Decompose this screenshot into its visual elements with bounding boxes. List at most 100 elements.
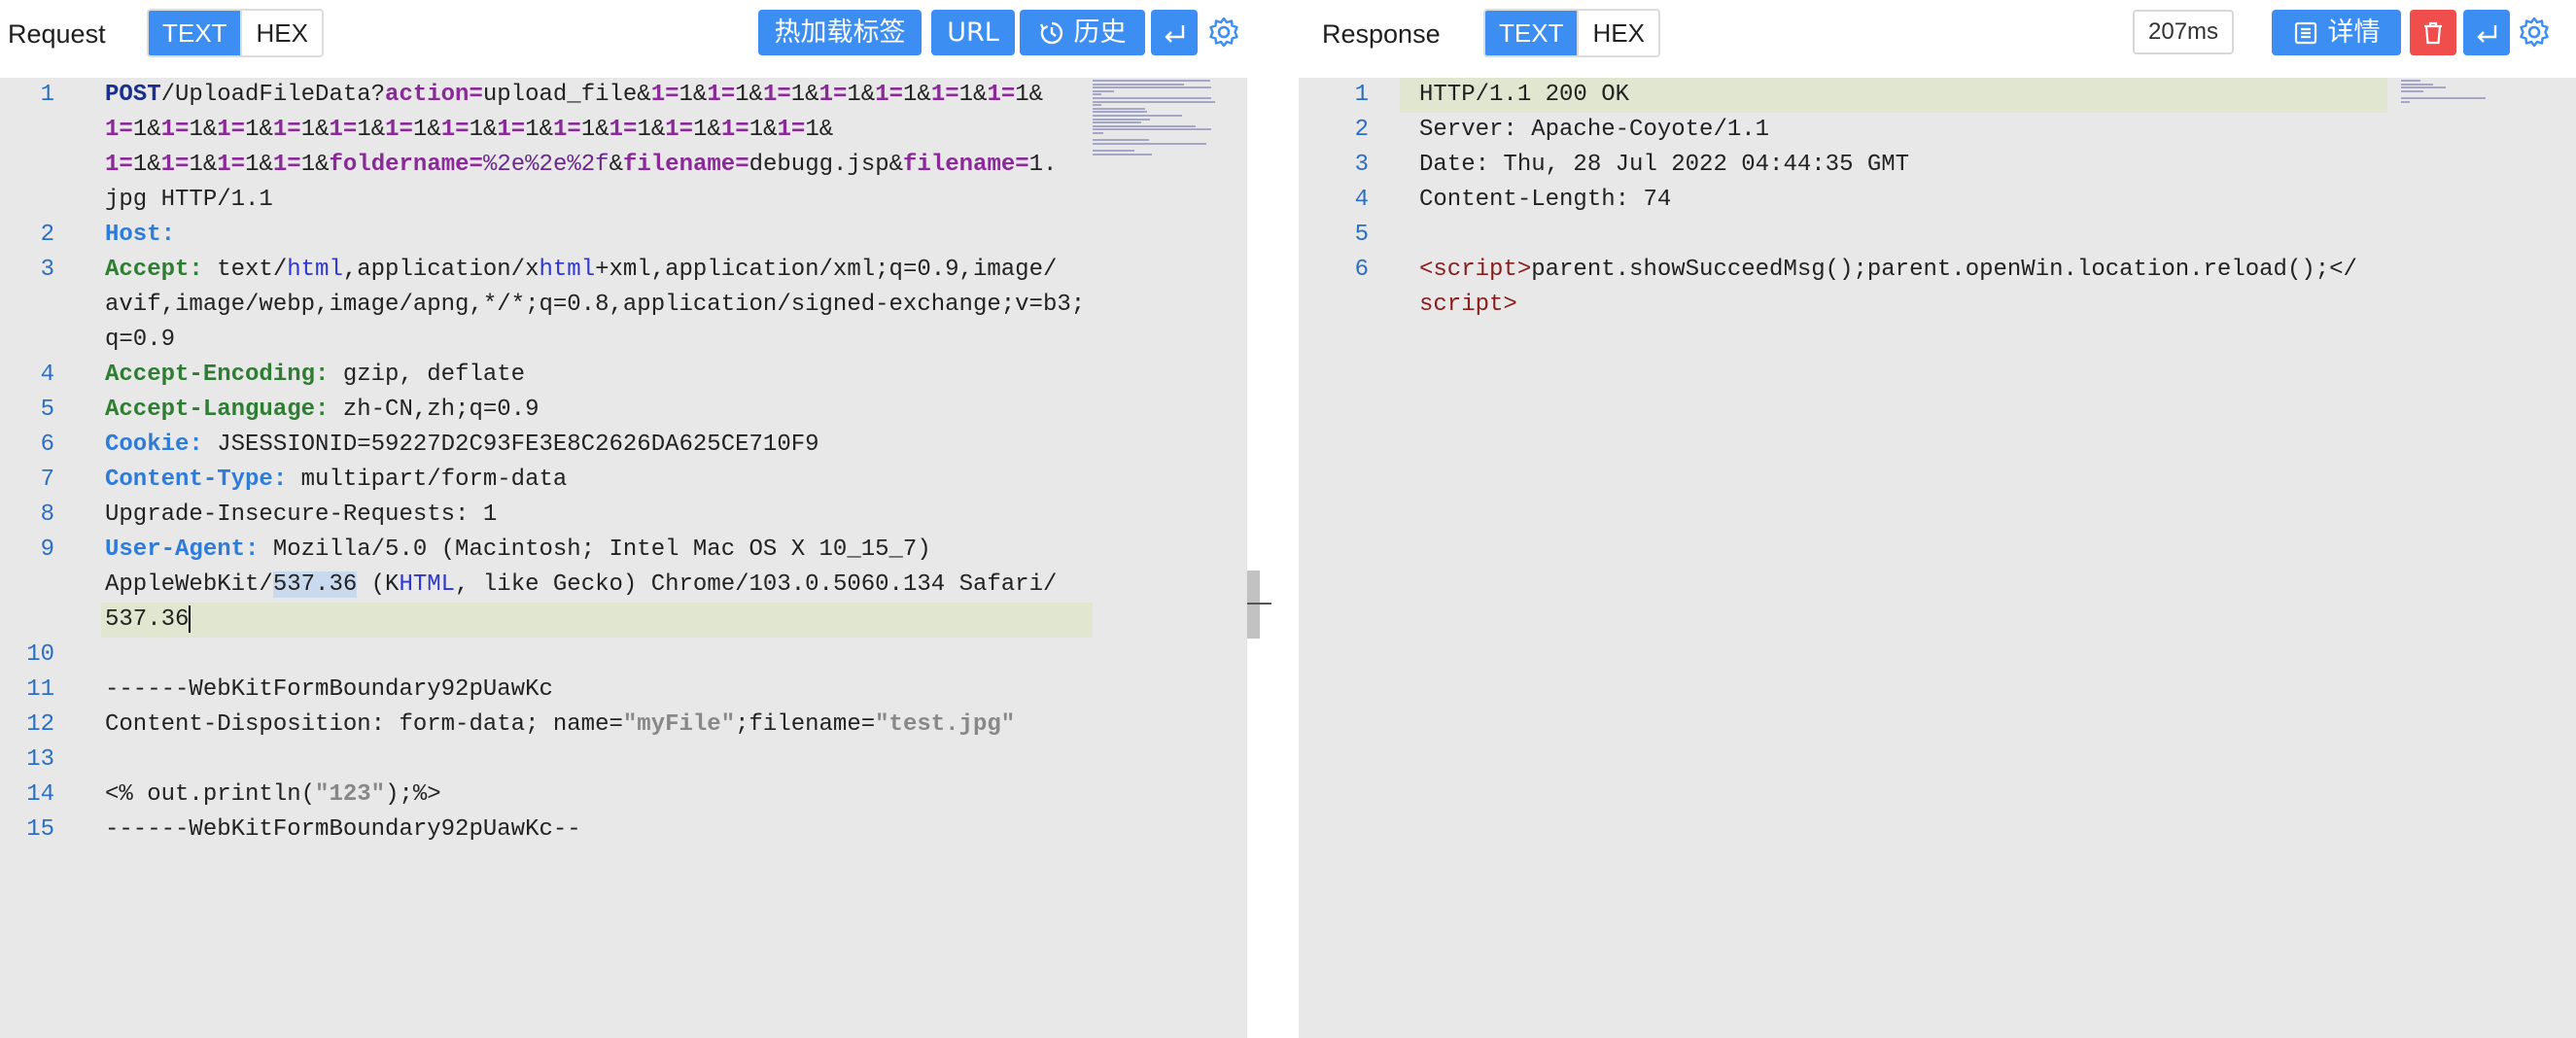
line-text: User-Agent: Mozilla/5.0 (Macintosh; Inte…: [105, 533, 931, 568]
code-token: filename=: [903, 152, 1029, 178]
code-token: 1=: [385, 117, 413, 143]
request-title: Request: [8, 19, 106, 49]
response-editor[interactable]: 1 HTTP/1.1 200 OK 2 Server: Apache-Coyote/1…: [1299, 78, 2576, 1038]
request-scroll-thumb[interactable]: [1247, 571, 1260, 639]
code-token: html: [539, 257, 596, 283]
request-format-toggle: TEXT HEX: [147, 9, 324, 57]
code-token: 1&: [189, 117, 218, 143]
response-tab-hex[interactable]: HEX: [1577, 11, 1657, 55]
code-token: 1&: [693, 117, 721, 143]
code-token: 1&: [132, 117, 161, 143]
code-token: 1=: [553, 117, 581, 143]
code-token: %2e%2e%2f: [482, 152, 609, 178]
line-number: 5: [40, 397, 54, 423]
code-token: 1=: [440, 117, 470, 143]
request-tab-hex[interactable]: HEX: [240, 11, 321, 55]
minimap-line: [2401, 86, 2446, 89]
code-token: 1&: [469, 117, 498, 143]
line-text: <% out.println("123");%>: [105, 778, 441, 813]
text-cursor: [189, 605, 191, 633]
line-number: 2: [40, 222, 54, 248]
code-token: Date: Thu, 28 Jul 2022 04:44:35 GMT: [1419, 152, 1910, 178]
history-button[interactable]: 历史: [1020, 10, 1145, 55]
code-token: 1&: [357, 117, 386, 143]
minimap-line: [1093, 93, 1101, 96]
line-text: POST/UploadFileData?action=upload_file&1…: [105, 78, 1043, 113]
code-token: 1=: [930, 82, 959, 108]
minimap-line: [1093, 86, 1212, 89]
code-token: 1=: [272, 152, 301, 178]
delete-button[interactable]: [2410, 10, 2456, 55]
minimap-line: [1093, 104, 1101, 107]
request-toolbar: Request TEXT HEX 热加载标签 URL 历史: [0, 0, 1271, 78]
request-pane: Request TEXT HEX 热加载标签 URL 历史 1 POST/Upl…: [0, 0, 1272, 1038]
code-token: multipart/form-data: [300, 467, 568, 493]
minimap-line: [1093, 128, 1212, 131]
response-settings-gear-icon[interactable]: [2518, 16, 2551, 49]
code-token: zh-CN,zh;q=0.9: [342, 397, 540, 423]
line-number: 10: [26, 641, 54, 668]
line-text: jpg HTTP/1.1: [105, 183, 273, 218]
request-tab-text[interactable]: TEXT: [149, 11, 241, 55]
code-token: parent.showSucceedMsg();parent.openWin.l…: [1531, 257, 2357, 283]
line-text: Accept-Language: zh-CN,zh;q=0.9: [105, 393, 539, 428]
minimap-line: [1093, 89, 1114, 92]
split-handle[interactable]: [1247, 603, 1272, 605]
code-token: 1=: [987, 82, 1016, 108]
code-token: 1&: [637, 117, 666, 143]
code-token: Cookie:: [105, 432, 218, 458]
line-text: avif,image/webp,image/apng,*/*;q=0.8,app…: [105, 288, 1085, 323]
code-token: (K: [357, 571, 400, 598]
code-token: POST: [105, 82, 161, 108]
code-token: 1=: [707, 82, 736, 108]
minimap-line: [1093, 118, 1151, 121]
code-token: 1&: [412, 117, 441, 143]
line-text: Content-Disposition: form-data; name="my…: [105, 708, 1015, 743]
code-token: 1=: [217, 117, 246, 143]
minimap-line: [1093, 100, 1215, 103]
code-token: <% out.println(: [105, 781, 316, 808]
request-settings-gear-icon[interactable]: [1207, 16, 1240, 49]
line-text: 537.36: [105, 603, 191, 638]
code-token: 537.36: [105, 606, 190, 633]
pane-divider[interactable]: [1271, 0, 1299, 1038]
request-wrap-button[interactable]: [1151, 10, 1198, 55]
code-token: /UploadFileData?: [160, 82, 386, 108]
code-token: Accept-Encoding:: [105, 362, 343, 388]
line-text: script>: [1419, 288, 1517, 323]
response-tab-text[interactable]: TEXT: [1485, 11, 1578, 55]
line-text: Server: Apache-Coyote/1.1: [1419, 113, 1769, 148]
code-token: JSESSIONID=59227D2C93FE3E8C2626DA625CE71…: [217, 432, 819, 458]
code-token: 1=: [329, 117, 358, 143]
code-token: 1=: [762, 82, 791, 108]
code-token: 1&: [300, 117, 330, 143]
request-scrollbar[interactable]: [1246, 78, 1272, 1038]
code-token: foldername=: [329, 152, 483, 178]
request-minimap[interactable]: [1091, 78, 1227, 165]
hot-reload-tag-button[interactable]: 热加载标签: [758, 10, 922, 55]
response-minimap[interactable]: [2399, 78, 2535, 165]
minimap-line: [1093, 150, 1135, 152]
line-number: 1: [1354, 82, 1369, 108]
line-text: q=0.9: [105, 323, 175, 358]
url-button[interactable]: URL: [931, 10, 1015, 55]
code-token: ------WebKitFormBoundary92pUawKc: [105, 676, 553, 703]
request-editor[interactable]: 1 POST/UploadFileData?action=upload_file&…: [0, 78, 1246, 1038]
list-icon: [2294, 21, 2316, 44]
line-number: 5: [1354, 222, 1369, 248]
code-token: <script>: [1419, 257, 1532, 283]
line-number: 3: [40, 257, 54, 283]
response-toolbar: Response TEXT HEX 207ms 详情: [1299, 0, 2576, 78]
line-number: 4: [1354, 187, 1369, 213]
details-button[interactable]: 详情: [2272, 10, 2401, 55]
code-token: User-Agent:: [105, 536, 273, 563]
wrap-enter-icon: [2477, 24, 2497, 43]
code-token: 1&: [580, 117, 609, 143]
response-wrap-button[interactable]: [2463, 10, 2510, 55]
code-token: 1&: [847, 82, 876, 108]
code-token: debugg.jsp&: [748, 152, 904, 178]
line-number: 9: [40, 536, 54, 563]
minimap-line: [1093, 153, 1153, 156]
code-token: AppleWebKit/: [105, 571, 273, 598]
code-token: 1&: [735, 82, 763, 108]
